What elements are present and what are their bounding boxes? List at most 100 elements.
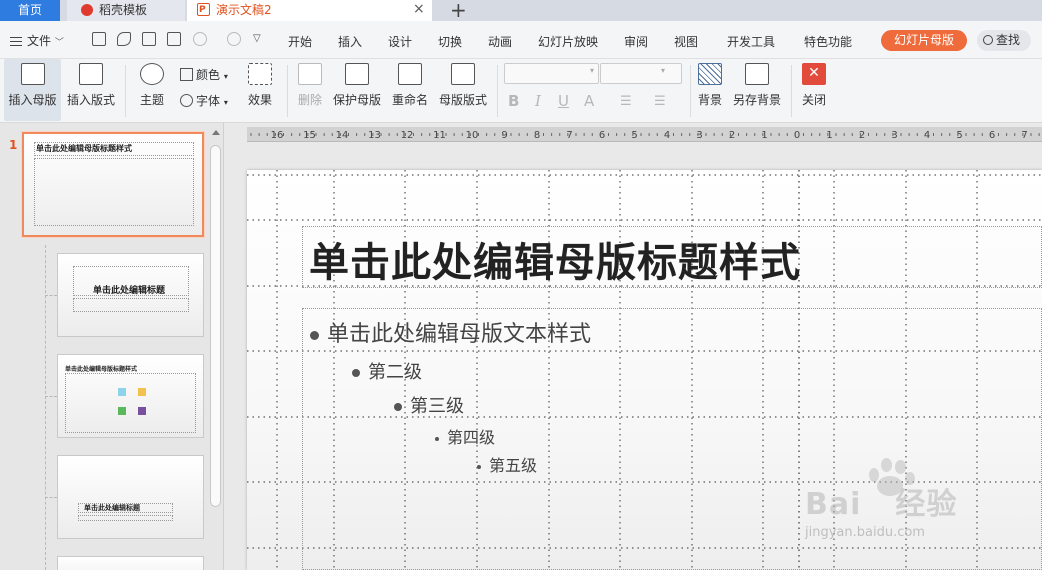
- presentation-file-icon: [197, 0, 210, 21]
- layout-connector: [45, 295, 57, 296]
- ruler-label: 11: [433, 130, 446, 141]
- layout-thumbnail[interactable]: 单击此处编辑标题: [57, 253, 204, 337]
- rename-button[interactable]: 重命名: [389, 59, 431, 121]
- redo-icon[interactable]: [227, 32, 241, 46]
- ruler-label: 6: [599, 130, 605, 141]
- master-layout-icon: [451, 63, 475, 85]
- export-icon[interactable]: [117, 32, 131, 46]
- background-label: 背景: [697, 93, 722, 107]
- scrollbar-thumb[interactable]: [210, 145, 221, 507]
- protect-master-button[interactable]: 保护母版: [331, 59, 383, 121]
- insert-layout-icon: [79, 63, 103, 85]
- menu-special[interactable]: 特色功能: [804, 33, 852, 50]
- thumb-subtitle-box: [73, 298, 189, 312]
- theme-button[interactable]: 主题: [132, 59, 172, 121]
- print-preview-icon[interactable]: [167, 32, 181, 46]
- tab-home[interactable]: 首页: [0, 0, 60, 21]
- ruler-label: 3: [891, 130, 897, 141]
- new-tab-icon[interactable]: +: [450, 0, 467, 22]
- ribbon-toolbar: 插入母版 插入版式 主题 颜色 ▾ 字体 ▾ 效果 删除 保护母版 重命名 母版…: [0, 59, 1042, 123]
- font-size-select[interactable]: ▾: [600, 63, 682, 84]
- tab-bar: 首页 稻壳模板 演示文稿2 × +: [0, 0, 1042, 22]
- ruler-label: 3: [696, 130, 702, 141]
- protect-master-label: 保护母版: [332, 93, 381, 107]
- search-button[interactable]: 查找: [977, 30, 1031, 51]
- chart-icon: [138, 388, 146, 396]
- menu-slideshow[interactable]: 幻灯片放映: [538, 33, 598, 50]
- tab-template[interactable]: 稻壳模板: [67, 0, 185, 21]
- menu-start[interactable]: 开始: [288, 33, 312, 50]
- menu-view[interactable]: 视图: [674, 33, 698, 50]
- thumb-subtitle-box: [78, 515, 173, 521]
- menu-developer[interactable]: 开发工具: [727, 33, 775, 50]
- menu-transition[interactable]: 切换: [438, 33, 462, 50]
- chevron-down-icon: ▾: [660, 66, 665, 75]
- master-layout-button[interactable]: 母版版式: [437, 59, 489, 121]
- font-label: 字体: [196, 94, 221, 108]
- effect-button[interactable]: 效果: [240, 59, 280, 121]
- layout-thumbnail[interactable]: [57, 556, 204, 570]
- font-button[interactable]: 字体 ▾: [180, 92, 228, 109]
- insert-master-icon: [20, 63, 45, 85]
- delete-button[interactable]: 删除: [293, 59, 327, 121]
- ruler-label: 6: [989, 130, 995, 141]
- thumb-title: 单击此处编辑母版标题样式: [36, 144, 132, 153]
- text-level-2-label: 第二级: [368, 362, 422, 383]
- master-layout-label: 母版版式: [438, 93, 487, 107]
- text-level-3-label: 第三级: [410, 396, 464, 417]
- text-level-4[interactable]: 第四级: [435, 424, 495, 448]
- thumb-title: 单击此处编辑标题: [84, 504, 140, 512]
- effect-icon: [248, 63, 272, 85]
- theme-label: 主题: [139, 93, 164, 107]
- insert-layout-button[interactable]: 插入版式: [64, 59, 118, 121]
- layout-thumbnail[interactable]: 单击此处编辑标题: [57, 455, 204, 539]
- delete-label: 删除: [297, 93, 322, 107]
- bullet-list-icon[interactable]: ☰: [620, 94, 632, 109]
- text-level-4-label: 第四级: [447, 428, 496, 447]
- insert-master-button[interactable]: 插入母版: [4, 59, 61, 121]
- menu-design[interactable]: 设计: [388, 33, 412, 50]
- daoke-logo-icon: [81, 4, 93, 16]
- tab-document[interactable]: 演示文稿2: [187, 0, 432, 21]
- text-level-1[interactable]: 单击此处编辑母版文本样式: [310, 316, 591, 348]
- save-icon[interactable]: [92, 32, 106, 46]
- file-menu[interactable]: 文件 ﹀: [10, 32, 64, 49]
- tab-slide-master[interactable]: 幻灯片母版: [881, 30, 967, 51]
- protect-master-icon: [345, 63, 369, 85]
- color-button[interactable]: 颜色 ▾: [180, 66, 228, 83]
- ruler-label: 9: [501, 130, 507, 141]
- font-name-select[interactable]: ▾: [504, 63, 599, 84]
- ruler-label: 4: [924, 130, 930, 141]
- menu-insert[interactable]: 插入: [338, 33, 362, 50]
- italic-button[interactable]: I: [535, 92, 541, 110]
- save-background-button[interactable]: 另存背景: [732, 59, 782, 121]
- rename-icon: [398, 63, 422, 85]
- underline-button[interactable]: U: [558, 92, 569, 110]
- layout-thumbnail[interactable]: 单击此处编辑母版标题样式: [57, 354, 204, 438]
- ruler-label: 7: [566, 130, 572, 141]
- text-level-2[interactable]: 第二级: [352, 358, 422, 384]
- background-button[interactable]: 背景: [694, 59, 726, 121]
- search-label: 查找: [996, 33, 1021, 47]
- text-level-3[interactable]: 第三级: [394, 392, 464, 418]
- palette-icon: [140, 63, 164, 85]
- ruler-label: 15: [303, 130, 316, 141]
- bullet: [435, 436, 439, 441]
- ruler-label: 1: [761, 130, 767, 141]
- master-slide-thumbnail[interactable]: 单击此处编辑母版标题样式: [22, 132, 204, 237]
- print-icon[interactable]: [142, 32, 156, 46]
- menu-animation[interactable]: 动画: [488, 33, 512, 50]
- text-level-1-label: 单击此处编辑母版文本样式: [327, 322, 592, 347]
- close-tab-icon[interactable]: ×: [413, 0, 425, 19]
- scroll-up-icon[interactable]: [212, 130, 220, 135]
- menu-review[interactable]: 审阅: [624, 33, 648, 50]
- slide-title[interactable]: 单击此处编辑母版标题样式: [309, 230, 801, 288]
- font-icon: [180, 94, 193, 107]
- text-level-5[interactable]: 第五级: [477, 452, 537, 476]
- customize-toolbar-icon[interactable]: ▽: [253, 33, 261, 44]
- numbered-list-icon[interactable]: ☰: [654, 94, 666, 109]
- font-color-button[interactable]: A: [584, 92, 594, 110]
- undo-icon[interactable]: [193, 32, 207, 46]
- close-master-button[interactable]: ✕ 关闭: [797, 59, 831, 121]
- bold-button[interactable]: B: [508, 92, 519, 110]
